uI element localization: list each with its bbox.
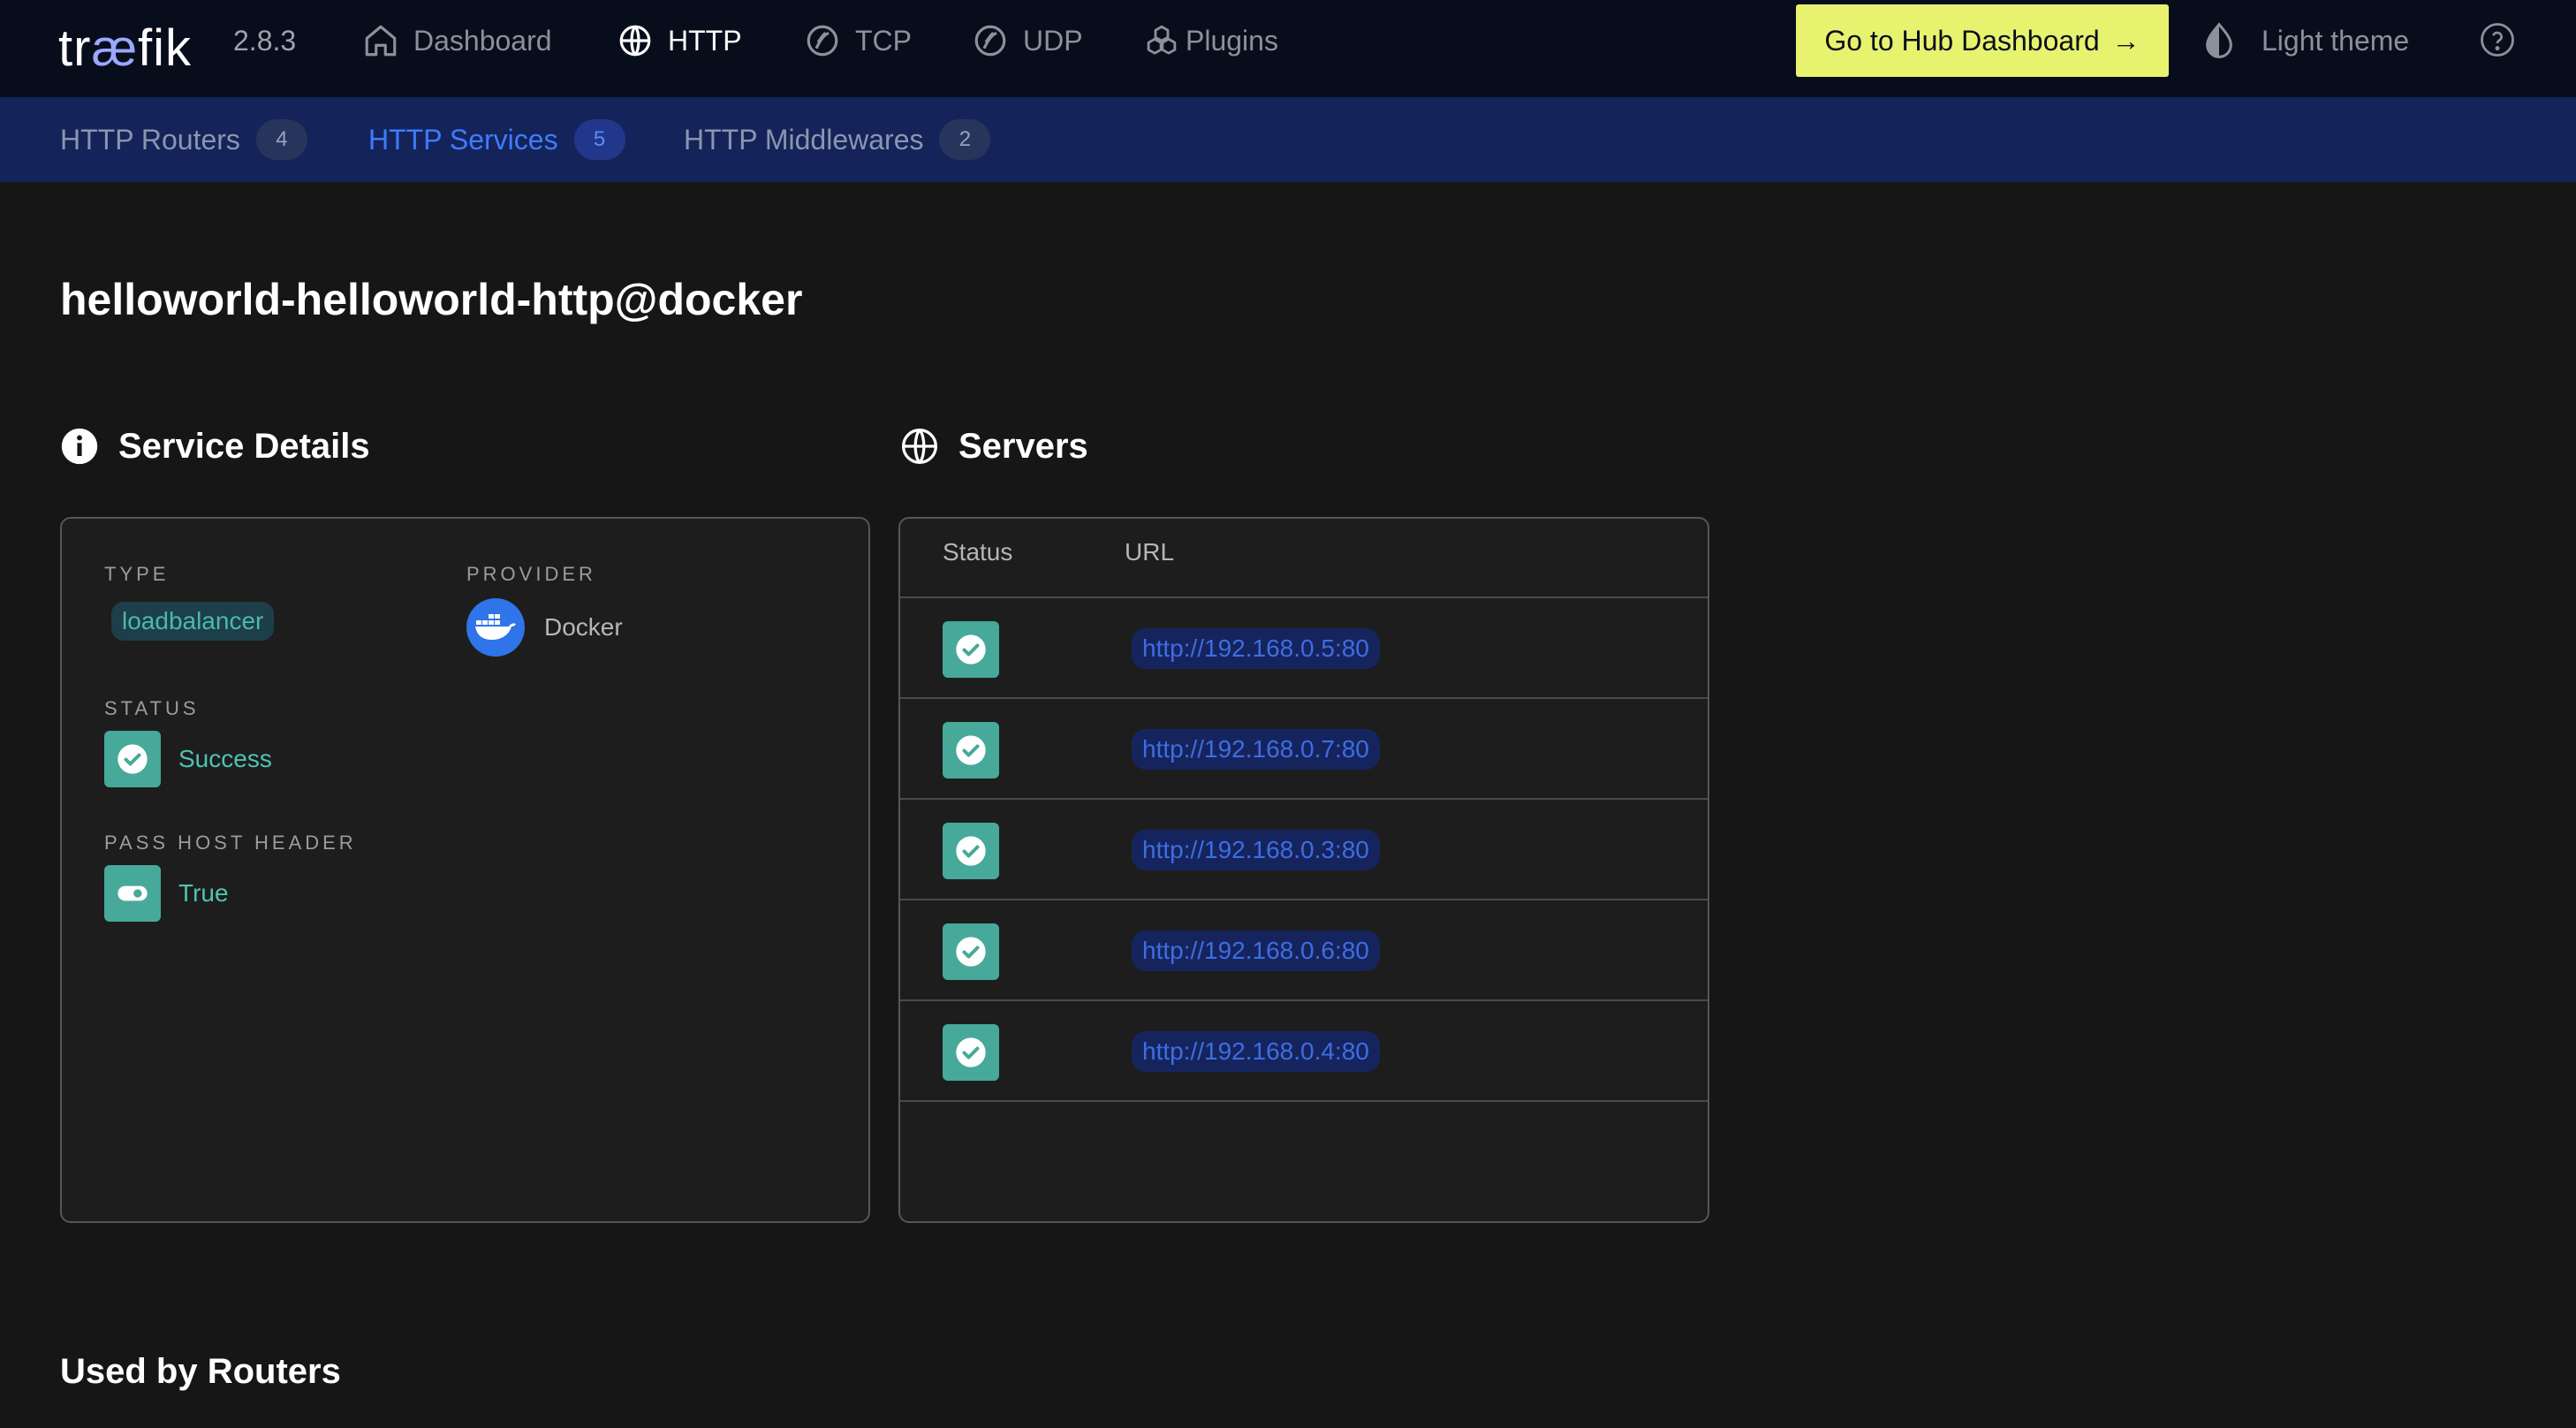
nav-item-dashboard[interactable]: Dashboard [362,18,552,64]
help-icon[interactable] [2479,21,2516,58]
logo-text-ae: æ [91,19,139,77]
nav-item-tcp[interactable]: TCP [804,18,912,64]
go-to-hub-dashboard-button[interactable]: Go to Hub Dashboard → [1796,4,2169,77]
tab-label: HTTP Middlewares [684,123,924,156]
column-header-url: URL [1125,538,1175,566]
plugins-icon [1147,25,1177,55]
traefik-logo[interactable]: tr æ fik [58,12,192,83]
version-label: 2.8.3 [233,25,297,57]
toggle-on-icon [104,865,161,922]
success-check-icon [943,621,999,678]
globe-icon [619,25,651,57]
table-row: http://192.168.0.3:80 [900,800,1708,900]
success-check-icon [104,731,161,787]
pass-host-header-label: PASS HOST HEADER [104,832,357,854]
logo-text-end: fik [138,19,193,77]
tab-http-services[interactable]: HTTP Services 5 [368,118,625,161]
used-by-routers-heading: Used by Routers [60,1352,341,1391]
type-chip: loadbalancer [111,602,275,641]
home-icon [365,25,397,57]
provider-name: Docker [544,613,623,641]
servers-heading: Servers [900,422,1088,470]
count-badge: 4 [255,119,307,160]
nav-item-label: Dashboard [413,24,552,57]
server-url-link[interactable]: http://192.168.0.7:80 [1132,729,1380,770]
udp-icon [974,25,1006,57]
tab-label: HTTP Services [368,123,558,156]
server-url-link[interactable]: http://192.168.0.3:80 [1132,830,1380,870]
globe-icon [902,429,937,464]
hub-button-label: Go to Hub Dashboard [1824,24,2100,57]
tab-http-middlewares[interactable]: HTTP Middlewares 2 [684,118,991,161]
servers-table: Status URL http://192.168.0.5:80 http://… [898,517,1709,1223]
theme-toggle-label: Light theme [2262,24,2410,57]
success-check-icon [943,823,999,879]
status-text: Success [178,745,272,772]
success-check-icon [943,923,999,980]
section-title-text: Service Details [118,426,370,466]
top-navbar: tr æ fik 2.8.3 Dashboard HTTP TCP UDP Plug… [0,0,2576,97]
docker-icon [466,598,525,657]
success-check-icon [943,722,999,779]
provider-label: PROVIDER [466,563,596,585]
table-header: Status URL [900,519,1708,598]
nav-item-plugins[interactable]: Plugins [1143,18,1278,64]
logo-text-start: tr [58,19,92,77]
nav-item-label: HTTP [668,24,742,57]
success-check-icon [943,1024,999,1081]
tab-label: HTTP Routers [60,123,240,156]
pass-host-header-text: True [178,879,229,907]
service-details-card: TYPE loadbalancer PROVIDER Docker STATUS… [60,517,870,1223]
server-url-link[interactable]: http://192.168.0.5:80 [1132,628,1380,669]
nav-item-udp[interactable]: UDP [972,18,1083,64]
table-row: http://192.168.0.7:80 [900,699,1708,800]
contrast-drop-icon [2206,22,2232,58]
server-url-link[interactable]: http://192.168.0.6:80 [1132,930,1380,971]
tab-http-routers[interactable]: HTTP Routers 4 [60,118,307,161]
arrow-right-icon: → [2111,24,2140,57]
table-row: http://192.168.0.5:80 [900,598,1708,699]
theme-toggle[interactable]: Light theme [2201,18,2409,64]
service-details-heading: Service Details [60,422,370,470]
nav-item-label: Plugins [1186,24,1278,57]
count-badge: 5 [573,119,625,160]
info-icon [61,428,98,465]
nav-item-label: UDP [1023,24,1083,57]
nav-item-http[interactable]: HTTP [617,18,742,64]
http-subnav: HTTP Routers 4 HTTP Services 5 HTTP Midd… [0,97,2576,182]
nav-item-label: TCP [855,24,912,57]
table-row: http://192.168.0.4:80 [900,1001,1708,1102]
tcp-icon [807,25,838,57]
server-url-link[interactable]: http://192.168.0.4:80 [1132,1031,1380,1072]
table-row: http://192.168.0.6:80 [900,900,1708,1001]
count-badge: 2 [939,119,991,160]
provider-value: Docker [466,598,623,657]
section-title-text: Servers [958,426,1088,466]
status-label: STATUS [104,697,200,719]
type-label: TYPE [104,563,170,585]
status-value: Success [104,731,272,787]
pass-host-header-value: True [104,865,229,922]
page-title: helloworld-helloworld-http@docker [60,275,803,324]
column-header-status: Status [943,538,1013,566]
